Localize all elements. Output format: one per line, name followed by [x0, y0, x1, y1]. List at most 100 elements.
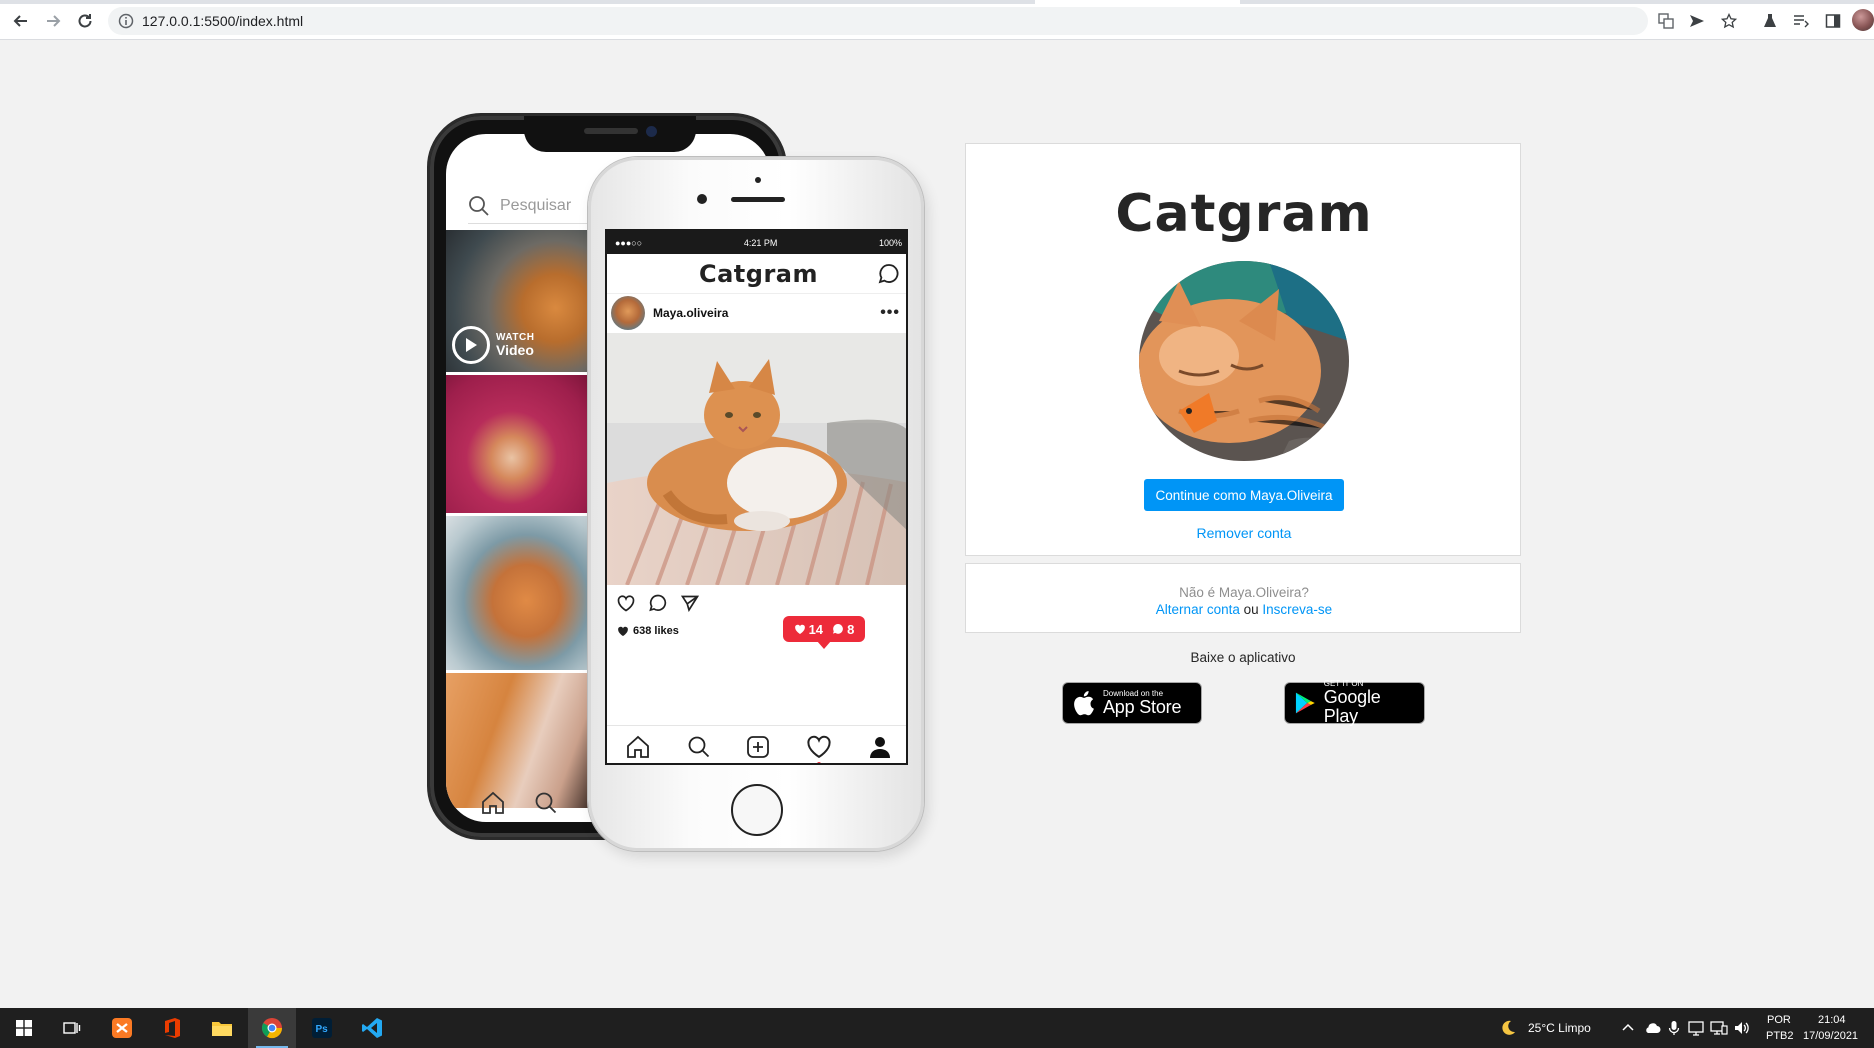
add-post-icon[interactable] [746, 735, 770, 759]
labs-button[interactable] [1759, 10, 1781, 32]
bookmark-button[interactable] [1718, 10, 1740, 32]
search-icon [469, 195, 489, 216]
video-label: Video [496, 342, 534, 358]
google-play-icon [1295, 692, 1315, 714]
taskbar-app-vscode[interactable] [348, 1008, 396, 1048]
office-icon [165, 1018, 180, 1038]
taskbar-app-file-explorer[interactable] [198, 1008, 246, 1048]
moon-icon [1502, 1020, 1515, 1035]
earpiece [731, 197, 785, 202]
site-logo: Catgram [1115, 184, 1373, 244]
xampp-icon [112, 1018, 132, 1038]
heart-filled-icon [618, 626, 628, 636]
watch-video-overlay: WATCH Video [452, 326, 534, 364]
switch-account-line: Alternar conta ou Inscreva-se [966, 602, 1522, 617]
taskbar-app-chrome[interactable] [248, 1008, 296, 1048]
clock-time[interactable]: 21:04 [1818, 1014, 1846, 1026]
chevron-up-icon[interactable] [1622, 1022, 1634, 1032]
comment-icon[interactable] [649, 594, 667, 612]
send-icon [1690, 15, 1704, 27]
likes-count: 638 likes [617, 625, 679, 637]
heart-icon[interactable] [806, 735, 832, 759]
forward-button[interactable] [40, 8, 66, 34]
clock-date[interactable]: 17/09/2021 [1803, 1030, 1858, 1042]
info-icon [118, 13, 134, 29]
status-bar: ●●●○○ 4:21 PM 100% [607, 231, 906, 254]
reload-button[interactable] [72, 8, 98, 34]
back-phone-nav [446, 784, 592, 822]
back-button[interactable] [8, 8, 34, 34]
share-icon[interactable] [681, 594, 699, 612]
message-icon [878, 264, 899, 284]
notification-bubble: 14 8 [783, 616, 865, 649]
likes-text: 638 likes [633, 625, 679, 637]
tab-strip [0, 0, 1874, 4]
address-bar[interactable]: 127.0.0.1:5500/index.html [108, 7, 1648, 35]
windows-taskbar: Ps 25°C Limpo POR PTB2 21:04 17/09/2021 [0, 1008, 1874, 1048]
chrome-icon [261, 1018, 283, 1039]
taskbar-app-xampp[interactable] [98, 1008, 146, 1048]
status-time: 4:21 PM [743, 237, 778, 248]
keyboard-layout[interactable]: PTB2 [1766, 1030, 1794, 1042]
signal-indicator: ●●●○○ [615, 237, 643, 248]
svg-text:Ps: Ps [316, 1024, 329, 1035]
switch-account-card: Não é Maya.Oliveira? Alternar conta ou I… [965, 563, 1521, 633]
phone-mockup-front: ●●●○○ 4:21 PM 100% Catgram Maya.oliveira… [588, 157, 924, 851]
comment-filled-icon [833, 624, 844, 634]
remove-account-link[interactable]: Remover conta [966, 525, 1522, 541]
url-text: 127.0.0.1:5500/index.html [142, 13, 304, 29]
reading-list-button[interactable] [1790, 10, 1812, 32]
reload-icon [78, 14, 92, 28]
side-panel-icon [1825, 14, 1841, 28]
taskbar-app-photoshop[interactable]: Ps [298, 1008, 346, 1048]
active-indicator-dot [817, 762, 821, 763]
cloud-icon[interactable] [1643, 1021, 1661, 1035]
phone-notch [524, 116, 696, 152]
search-icon [535, 792, 557, 814]
send-button[interactable] [1686, 10, 1708, 32]
microphone-icon[interactable] [1668, 1020, 1680, 1036]
avatar [611, 296, 645, 330]
app-store-badge[interactable]: Download on the App Store [1062, 682, 1202, 724]
post-actions [617, 594, 699, 612]
post-photo [607, 333, 906, 586]
weather-text[interactable]: 25°C Limpo [1528, 1021, 1591, 1035]
start-button[interactable] [0, 1008, 48, 1048]
folder-icon [212, 1022, 232, 1036]
continue-as-user-button[interactable]: Continue como Maya.Oliveira [1144, 479, 1344, 511]
flask-icon [1764, 14, 1776, 27]
windows-icon [16, 1020, 32, 1036]
translate-button[interactable] [1655, 10, 1677, 32]
profile-icon[interactable] [868, 735, 892, 759]
search-icon[interactable] [687, 735, 711, 759]
volume-icon[interactable] [1733, 1020, 1751, 1036]
appstore-big-text: App Store [1103, 696, 1182, 717]
grid-photo [446, 516, 592, 670]
arrow-right-icon [47, 15, 61, 27]
photoshop-icon: Ps [312, 1018, 332, 1038]
app-bottom-nav [607, 725, 906, 763]
task-view-button[interactable] [48, 1008, 96, 1048]
arrow-left-icon [13, 15, 27, 27]
switch-account-link[interactable]: Alternar conta [1156, 602, 1240, 617]
heart-filled-icon [794, 624, 805, 634]
front-camera [697, 194, 707, 204]
grid-photo-video: WATCH Video [446, 230, 592, 372]
taskbar-app-office[interactable] [148, 1008, 196, 1048]
language-code[interactable]: POR [1767, 1014, 1791, 1026]
post-header: Maya.oliveira ••• [607, 294, 906, 332]
profile-avatar[interactable] [1852, 9, 1874, 31]
side-panel-button[interactable] [1822, 10, 1844, 32]
google-play-badge[interactable]: GET IT ON Google Play [1284, 680, 1425, 725]
or-text: ou [1243, 602, 1259, 617]
profile-photo [1139, 261, 1349, 461]
display-icon[interactable] [1688, 1020, 1704, 1036]
search-placeholder: Pesquisar [500, 196, 572, 214]
notif-likes-count: 14 [808, 621, 824, 637]
network-icon[interactable] [1710, 1020, 1728, 1036]
home-icon[interactable] [625, 735, 651, 759]
explore-grid: WATCH Video [446, 230, 592, 811]
heart-icon[interactable] [617, 594, 635, 612]
app-header: Catgram [607, 254, 906, 294]
signup-link[interactable]: Inscreva-se [1262, 602, 1332, 617]
